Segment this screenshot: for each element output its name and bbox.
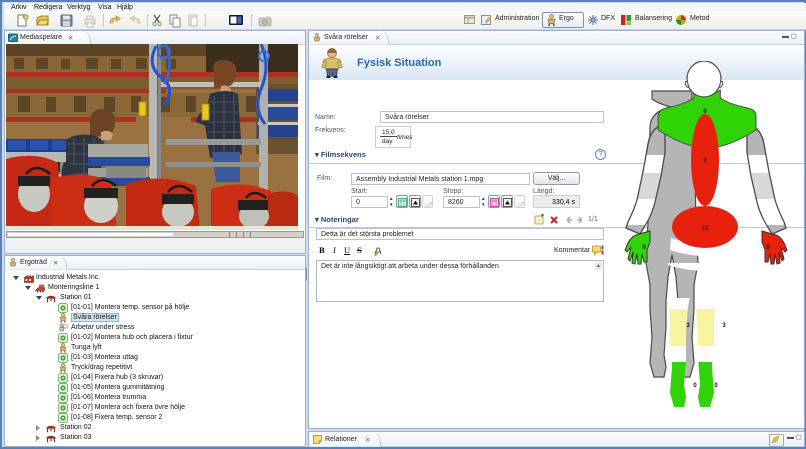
svg-text:0: 0	[714, 383, 718, 389]
svg-text:10: 10	[702, 226, 709, 232]
svg-text:3: 3	[722, 323, 726, 329]
svg-text:0: 0	[693, 383, 697, 389]
